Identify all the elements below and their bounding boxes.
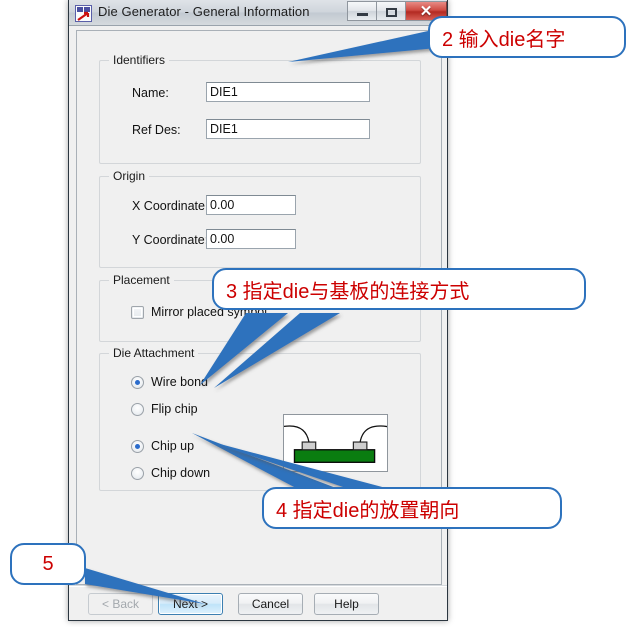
- window-title: Die Generator - General Information: [98, 4, 310, 19]
- cancel-button[interactable]: Cancel: [238, 593, 303, 615]
- origin-group: Origin X Coordinate: Y Coordinate:: [99, 169, 421, 268]
- identifiers-group: Identifiers Name: Ref Des:: [99, 53, 421, 164]
- y-coordinate-input[interactable]: [206, 229, 296, 249]
- screenshot-root: Die Generator - General Information ✕ Id…: [0, 0, 634, 627]
- annotation-callout-5: 5: [10, 543, 86, 585]
- chip-up-label: Chip up: [151, 439, 195, 453]
- identifiers-group-label: Identifiers: [109, 53, 170, 67]
- mirror-placed-symbol-checkbox[interactable]: [131, 306, 144, 319]
- y-coordinate-label: Y Coordinate:: [132, 233, 209, 247]
- ref-des-label: Ref Des:: [132, 123, 181, 137]
- red-arrow-glyph: [77, 11, 90, 21]
- annotation-callout-3: 3 指定die与基板的连接方式: [212, 268, 586, 310]
- wire-bond-radio[interactable]: [131, 376, 144, 389]
- chip-up-radio[interactable]: [131, 440, 144, 453]
- chip-down-label: Chip down: [151, 466, 211, 480]
- ref-des-input[interactable]: [206, 119, 370, 139]
- x-coordinate-input[interactable]: [206, 195, 296, 215]
- placement-group-label: Placement: [109, 273, 174, 287]
- name-input[interactable]: [206, 82, 370, 102]
- x-coordinate-label: X Coordinate:: [132, 199, 209, 213]
- back-button[interactable]: < Back: [88, 593, 153, 615]
- wire-bond-label: Wire bond: [151, 375, 208, 389]
- minimize-button[interactable]: [347, 1, 376, 21]
- annotation-callout-2: 2 输入die名字: [428, 16, 626, 58]
- flip-chip-radio[interactable]: [131, 403, 144, 416]
- die-attachment-group-label: Die Attachment: [109, 346, 199, 360]
- flip-chip-label: Flip chip: [151, 402, 198, 416]
- title-bar[interactable]: Die Generator - General Information ✕: [69, 0, 447, 26]
- die-attachment-group: Die Attachment Wire bond Flip chip Chip …: [99, 346, 421, 491]
- help-button[interactable]: Help: [314, 593, 379, 615]
- name-label: Name:: [132, 86, 169, 100]
- wire-bond-chip-up-diagram: [282, 414, 388, 472]
- die-cross-section-svg: [282, 425, 388, 463]
- die-generator-icon: [75, 5, 92, 22]
- dialog-footer: < Back Next > Cancel Help: [69, 585, 447, 620]
- annotation-callout-4: 4 指定die的放置朝向: [262, 487, 562, 529]
- maximize-button[interactable]: [376, 1, 405, 21]
- chip-down-radio[interactable]: [131, 467, 144, 480]
- origin-group-label: Origin: [109, 169, 150, 183]
- next-button[interactable]: Next >: [158, 593, 223, 615]
